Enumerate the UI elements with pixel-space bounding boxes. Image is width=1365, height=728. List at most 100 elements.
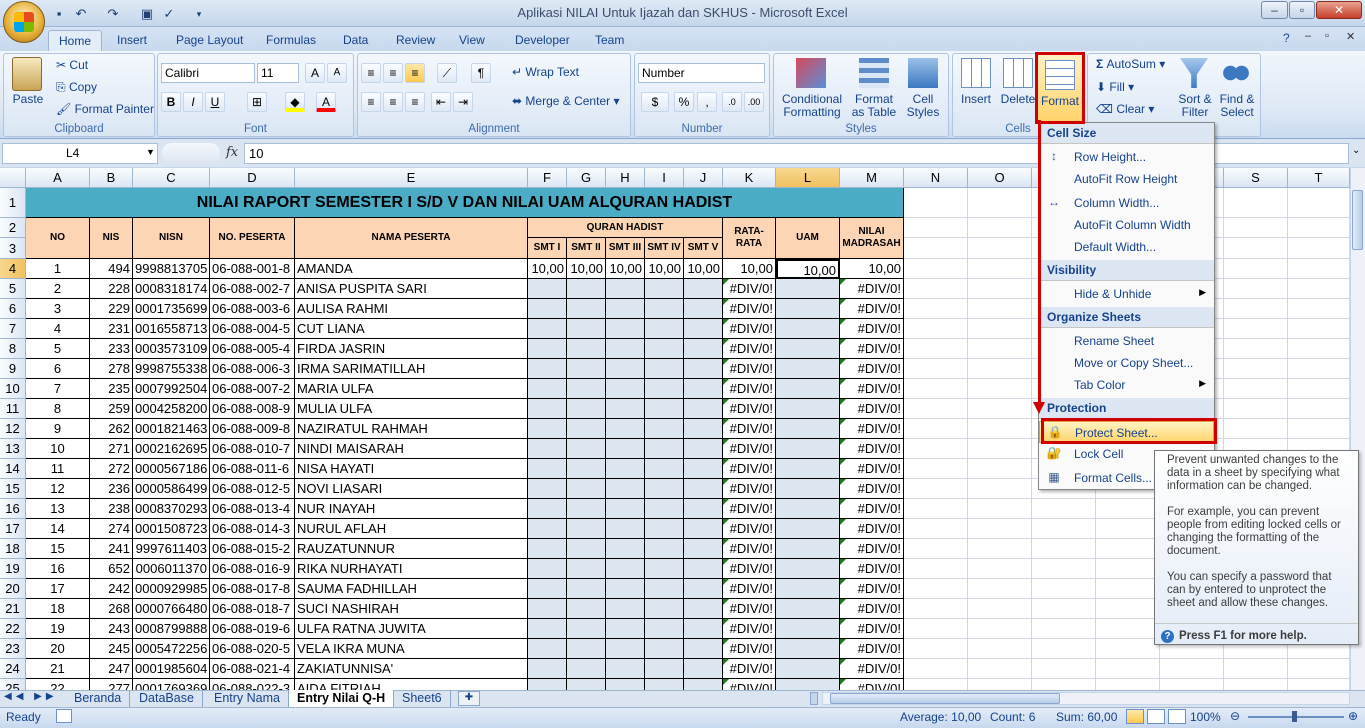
empty-cell[interactable]: [1096, 599, 1160, 619]
cell-smt-3[interactable]: [606, 479, 645, 499]
empty-cell[interactable]: [904, 238, 968, 259]
cell-smt-1[interactable]: [528, 579, 567, 599]
cell-nisn[interactable]: 0006011370: [133, 559, 210, 579]
empty-cell[interactable]: [1224, 279, 1288, 299]
empty-cell[interactable]: [904, 279, 968, 299]
column-header-a[interactable]: A: [26, 168, 90, 188]
cell-rata-rata[interactable]: #DIV/0!: [723, 419, 776, 439]
column-header-m[interactable]: M: [840, 168, 904, 188]
cell-smt-5[interactable]: [684, 419, 723, 439]
cell-rata-rata[interactable]: #DIV/0!: [723, 399, 776, 419]
row-header-17[interactable]: 17: [0, 519, 26, 539]
cell-nilai-madrasah[interactable]: #DIV/0!: [840, 459, 904, 479]
row-header-21[interactable]: 21: [0, 599, 26, 619]
cell-no[interactable]: 2: [26, 279, 90, 299]
empty-cell[interactable]: [1288, 319, 1350, 339]
align-bottom-icon[interactable]: ≡: [405, 63, 425, 83]
cell-smt-1[interactable]: [528, 359, 567, 379]
delete-cells-button[interactable]: Delete: [998, 93, 1038, 106]
cell-nilai-madrasah[interactable]: #DIV/0!: [840, 579, 904, 599]
cell-no[interactable]: 8: [26, 399, 90, 419]
cell-smt-3[interactable]: [606, 519, 645, 539]
cell-nama-peserta[interactable]: RIKA NURHAYATI: [295, 559, 528, 579]
cell-smt-3[interactable]: [606, 459, 645, 479]
cell-smt-3[interactable]: [606, 579, 645, 599]
header-smt-5[interactable]: SMT V: [684, 238, 723, 259]
header-nilai-madrasah[interactable]: NILAI MADRASAH: [840, 218, 904, 259]
empty-cell[interactable]: [968, 499, 1032, 519]
cell-smt-2[interactable]: [567, 639, 606, 659]
cell-nis[interactable]: 268: [90, 599, 133, 619]
header-rata-rata[interactable]: RATA- RATA: [723, 218, 776, 259]
empty-cell[interactable]: [904, 419, 968, 439]
cut-button[interactable]: ✂ Cut: [56, 58, 88, 72]
cell-nama-peserta[interactable]: ANISA PUSPITA SARI: [295, 279, 528, 299]
cell-nis[interactable]: 233: [90, 339, 133, 359]
decrease-decimal-icon[interactable]: .00: [744, 92, 764, 112]
cell-smt-5[interactable]: [684, 339, 723, 359]
cell-smt-5[interactable]: [684, 299, 723, 319]
empty-cell[interactable]: [904, 559, 968, 579]
ribbon-close-icon[interactable]: ✕: [1346, 30, 1355, 43]
delete-cells-icon[interactable]: [1003, 58, 1033, 88]
tab-developer[interactable]: Developer: [505, 30, 580, 51]
empty-cell[interactable]: [904, 579, 968, 599]
cell-rata-rata[interactable]: #DIV/0!: [723, 299, 776, 319]
cell-nis[interactable]: 247: [90, 659, 133, 679]
number-format-select[interactable]: Number: [638, 63, 765, 83]
cell-rata-rata[interactable]: #DIV/0!: [723, 599, 776, 619]
header-nama-peserta[interactable]: NAMA PESERTA: [295, 218, 528, 259]
cell-no[interactable]: 5: [26, 339, 90, 359]
cell-smt-4[interactable]: [645, 439, 684, 459]
row-header-15[interactable]: 15: [0, 479, 26, 499]
zoom-in-icon[interactable]: ⊕: [1348, 709, 1358, 723]
row-header-19[interactable]: 19: [0, 559, 26, 579]
row-header-2[interactable]: 2: [0, 218, 26, 238]
macro-record-icon[interactable]: [56, 709, 72, 723]
cell-no-peserta[interactable]: 06-088-008-9: [210, 399, 295, 419]
shrink-font-icon[interactable]: A: [327, 63, 347, 83]
cell-smt-5[interactable]: [684, 519, 723, 539]
percent-button[interactable]: %: [674, 92, 694, 112]
sheet-tab-sheet6[interactable]: Sheet6: [394, 690, 451, 707]
insert-function-icon[interactable]: fx: [226, 145, 238, 160]
page-break-view-icon[interactable]: [1168, 709, 1186, 724]
cell-nilai-madrasah[interactable]: #DIV/0!: [840, 659, 904, 679]
empty-cell[interactable]: [1224, 359, 1288, 379]
borders-icon[interactable]: ⊞: [247, 92, 267, 112]
cell-smt-3[interactable]: [606, 499, 645, 519]
empty-cell[interactable]: [904, 319, 968, 339]
empty-cell[interactable]: [904, 599, 968, 619]
row-header-16[interactable]: 16: [0, 499, 26, 519]
empty-cell[interactable]: [968, 579, 1032, 599]
cell-smt-3[interactable]: [606, 299, 645, 319]
empty-cell[interactable]: [968, 279, 1032, 299]
cell-smt-2[interactable]: [567, 539, 606, 559]
cell-smt-2[interactable]: [567, 279, 606, 299]
empty-cell[interactable]: [1096, 639, 1160, 659]
cell-smt-2[interactable]: [567, 499, 606, 519]
cell-rata-rata[interactable]: #DIV/0!: [723, 459, 776, 479]
sheet-tab-entry-nama[interactable]: Entry Nama: [206, 690, 289, 707]
menu-item-autofit-column[interactable]: AutoFit Column Width: [1039, 214, 1214, 236]
empty-cell[interactable]: [904, 479, 968, 499]
cell-nis[interactable]: 235: [90, 379, 133, 399]
cell-styles-button[interactable]: Cell Styles: [902, 93, 944, 119]
row-header-9[interactable]: 9: [0, 359, 26, 379]
normal-view-icon[interactable]: [1126, 709, 1144, 724]
cell-uam[interactable]: [776, 639, 840, 659]
cell-rata-rata[interactable]: #DIV/0!: [723, 539, 776, 559]
insert-cells-icon[interactable]: [961, 58, 991, 88]
column-header-j[interactable]: J: [684, 168, 723, 188]
comma-button[interactable]: ,: [697, 92, 717, 112]
cell-rata-rata[interactable]: #DIV/0!: [723, 639, 776, 659]
bold-button[interactable]: B: [161, 92, 181, 112]
align-center-icon[interactable]: ≡: [383, 92, 403, 112]
cell-nilai-madrasah[interactable]: #DIV/0!: [840, 319, 904, 339]
cell-no[interactable]: 16: [26, 559, 90, 579]
cell-smt-3[interactable]: [606, 419, 645, 439]
cell-nisn[interactable]: 0008799888: [133, 619, 210, 639]
empty-cell[interactable]: [1224, 399, 1288, 419]
cell-smt-2[interactable]: [567, 459, 606, 479]
cell-smt-3[interactable]: [606, 439, 645, 459]
